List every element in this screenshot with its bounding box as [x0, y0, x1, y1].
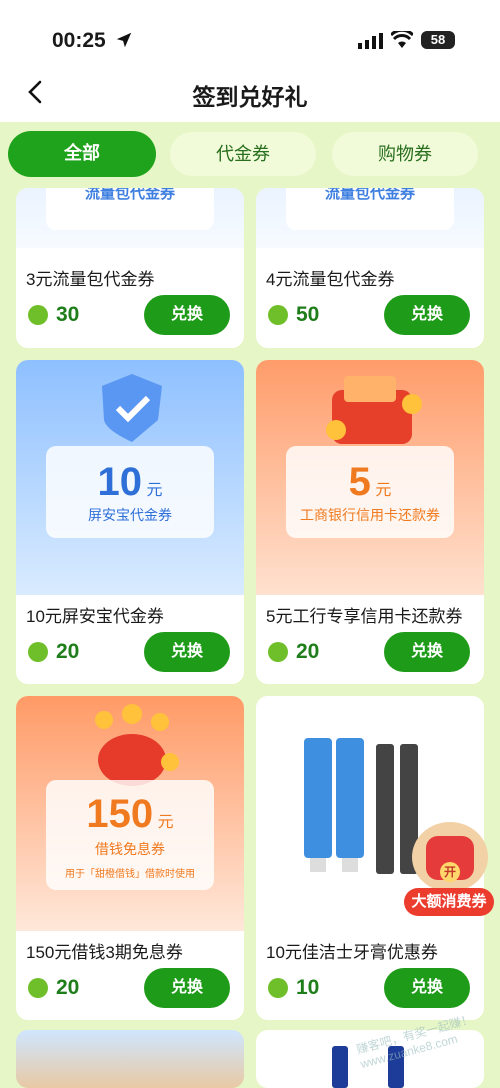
card-art: 150 元 借钱免息券 用于「甜橙借钱」借款时使用	[16, 696, 244, 931]
money-bag-icon	[95, 704, 179, 786]
tab-shopping-coupons[interactable]: 购物券	[332, 132, 478, 176]
leaf-points-icon	[268, 642, 288, 662]
wifi-icon	[391, 31, 413, 48]
shield-icon	[102, 374, 162, 442]
redeem-button[interactable]: 兑换	[144, 632, 230, 672]
product-card[interactable]: 10 元 屏安宝代金券 10元屏安宝代金券 20 兑换	[16, 360, 244, 684]
voucher-unit: 元	[157, 814, 174, 831]
card-art: 10 元 屏安宝代金券	[16, 360, 244, 595]
location-arrow-icon	[116, 32, 132, 48]
redeem-button[interactable]: 兑换	[144, 295, 230, 335]
battery-icon: 58	[421, 31, 455, 49]
status-bar: 00:25 58	[0, 0, 500, 80]
product-card[interactable]: 5 元 工商银行信用卡还款券 5元工行专享信用卡还款券 20 兑换	[256, 360, 484, 684]
voucher-panel: 150 元 借钱免息券 用于「甜橙借钱」借款时使用	[46, 780, 214, 890]
redeem-button[interactable]: 兑换	[144, 968, 230, 1008]
voucher-panel: 10 元 屏安宝代金券	[46, 446, 214, 538]
product-card[interactable]	[16, 1030, 244, 1088]
big-coupon-badge[interactable]: 开 大额消费券	[404, 822, 494, 918]
product-image	[332, 1046, 348, 1088]
product-card[interactable]: 流量包代金券 4元流量包代金券 50 兑换	[256, 188, 484, 348]
card-title: 10元屏安宝代金券	[26, 607, 164, 626]
leaf-points-icon	[268, 305, 288, 325]
leaf-points-icon	[28, 305, 48, 325]
card-art: 流量包代金券	[16, 188, 244, 248]
redeem-button[interactable]: 兑换	[384, 295, 470, 335]
points-value: 50	[296, 303, 320, 326]
card-title: 10元佳洁士牙膏优惠券	[266, 943, 438, 962]
status-time: 00:25	[52, 29, 106, 52]
voucher-unit: 元	[146, 482, 163, 499]
points-value: 20	[56, 640, 80, 663]
voucher-label: 工商银行信用卡还款券	[300, 507, 440, 523]
points-value: 30	[56, 303, 80, 326]
tab-vouchers[interactable]: 代金券	[170, 132, 316, 176]
voucher-panel: 5 元 工商银行信用卡还款券	[286, 446, 454, 538]
redeem-button[interactable]: 兑换	[384, 968, 470, 1008]
voucher-unit: 元	[375, 482, 392, 499]
wallet-icon	[326, 376, 422, 444]
voucher-label: 借钱免息券	[95, 841, 165, 857]
badge-label: 大额消费券	[404, 888, 494, 916]
card-art: 流量包代金券	[256, 188, 484, 248]
voucher-amount: 5	[348, 460, 371, 504]
card-title: 5元工行专享信用卡还款券	[266, 607, 463, 626]
page-title: 签到兑好礼	[192, 84, 308, 110]
leaf-points-icon	[28, 642, 48, 662]
product-card[interactable]: 150 元 借钱免息券 用于「甜橙借钱」借款时使用 150元借钱3期免息券 20…	[16, 696, 244, 1020]
leaf-points-icon	[268, 978, 288, 998]
voucher-label: 流量包代金券	[46, 188, 214, 230]
points-value: 10	[296, 976, 320, 999]
tab-all[interactable]: 全部	[8, 131, 156, 177]
top-bar: 00:25 58 签到兑好礼	[0, 0, 500, 122]
leaf-points-icon	[28, 978, 48, 998]
points-value: 20	[296, 640, 320, 663]
card-title: 150元借钱3期免息券	[26, 943, 183, 962]
voucher-amount: 150	[86, 792, 154, 836]
cellular-signal-icon	[358, 33, 383, 49]
voucher-amount: 10	[97, 460, 143, 504]
voucher-label: 屏安宝代金券	[88, 507, 172, 523]
voucher-label: 流量包代金券	[286, 188, 454, 230]
card-title: 3元流量包代金券	[26, 270, 155, 289]
voucher-note: 用于「甜橙借钱」借款时使用	[65, 869, 195, 880]
tab-bar: 全部 代金券 购物券	[0, 122, 500, 188]
product-card[interactable]: 流量包代金券 3元流量包代金券 30 兑换	[16, 188, 244, 348]
open-label: 开	[440, 862, 460, 882]
card-art: 5 元 工商银行信用卡还款券	[256, 360, 484, 595]
card-title: 4元流量包代金券	[266, 270, 395, 289]
points-value: 20	[56, 976, 80, 999]
redeem-button[interactable]: 兑换	[384, 632, 470, 672]
